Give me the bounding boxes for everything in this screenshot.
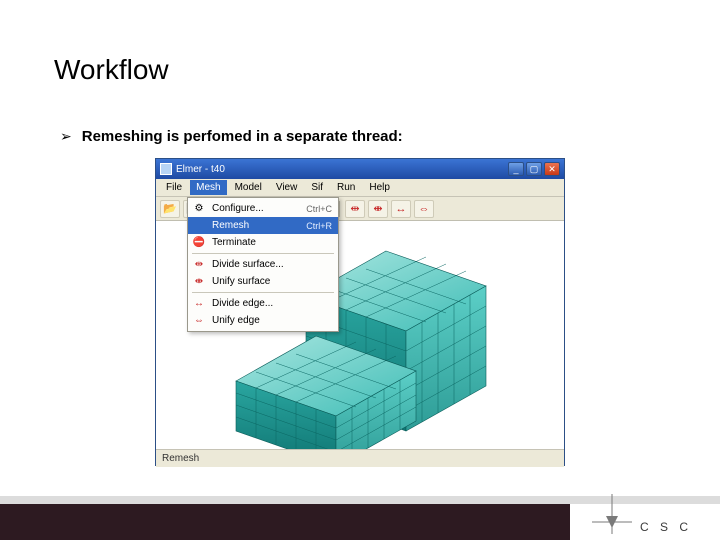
menu-remesh[interactable]: Remesh Ctrl+R — [188, 217, 338, 234]
menu-item-shortcut: Ctrl+R — [306, 221, 332, 231]
menu-run[interactable]: Run — [331, 180, 361, 195]
titlebar: Elmer - t40 _ ▢ ✕ — [156, 159, 564, 179]
slide-title: Workflow — [54, 54, 169, 86]
minimize-button[interactable]: _ — [508, 162, 524, 176]
toolbar-open-icon[interactable]: 📂 — [160, 200, 180, 218]
menu-item-label: Divide surface... — [212, 259, 332, 270]
menu-item-label: Unify edge — [212, 315, 332, 326]
menubar: File Mesh Model View Sif Run Help — [156, 179, 564, 197]
menu-configure[interactable]: ⚙ Configure... Ctrl+C — [188, 200, 338, 217]
menu-item-label: Divide edge... — [212, 298, 332, 309]
menu-model[interactable]: Model — [229, 180, 268, 195]
menu-item-label: Remesh — [212, 220, 300, 231]
elmer-window: Elmer - t40 _ ▢ ✕ File Mesh Model View S… — [155, 158, 565, 466]
divide-icon: ⇹ — [192, 259, 206, 270]
app-icon — [160, 163, 172, 175]
menu-item-label: Unify surface — [212, 276, 332, 287]
unify-icon: ⇔ — [192, 315, 206, 326]
menu-item-shortcut: Ctrl+C — [306, 204, 332, 214]
menu-separator — [192, 292, 334, 293]
footer-dark — [0, 504, 570, 540]
menu-divide-edge[interactable]: ↔ Divide edge... — [188, 295, 338, 312]
unify-icon: ⇼ — [192, 276, 206, 287]
menu-separator — [192, 253, 334, 254]
stop-icon: ⛔ — [192, 237, 206, 248]
menu-item-label: Configure... — [212, 203, 300, 214]
toolbar-unify2-icon[interactable]: ⇔ — [414, 200, 434, 218]
logo-mark-icon — [592, 494, 632, 534]
window-title: Elmer - t40 — [176, 164, 508, 175]
toolbar-divide-icon[interactable]: ⇹ — [345, 200, 365, 218]
mesh-dropdown: ⚙ Configure... Ctrl+C Remesh Ctrl+R ⛔ Te… — [187, 197, 339, 332]
menu-terminate[interactable]: ⛔ Terminate — [188, 234, 338, 251]
status-text: Remesh — [162, 453, 199, 464]
close-button[interactable]: ✕ — [544, 162, 560, 176]
bullet-arrow-icon: ➢ — [60, 128, 72, 145]
menu-unify-surface[interactable]: ⇼ Unify surface — [188, 273, 338, 290]
menu-divide-surface[interactable]: ⇹ Divide surface... — [188, 256, 338, 273]
toolbar-separator — [339, 201, 340, 217]
maximize-button[interactable]: ▢ — [526, 162, 542, 176]
menu-view[interactable]: View — [270, 180, 304, 195]
gear-icon: ⚙ — [192, 203, 206, 214]
csc-logo: C S C — [592, 494, 692, 534]
menu-mesh[interactable]: Mesh — [190, 180, 226, 195]
logo-text: C S C — [640, 520, 692, 534]
menu-unify-edge[interactable]: ⇔ Unify edge — [188, 312, 338, 329]
menu-sif[interactable]: Sif — [305, 180, 329, 195]
menu-file[interactable]: File — [160, 180, 188, 195]
bullet-row: ➢ Remeshing is perfomed in a separate th… — [60, 128, 403, 145]
bullet-text: Remeshing is perfomed in a separate thre… — [82, 128, 403, 145]
statusbar: Remesh — [156, 449, 564, 467]
toolbar-unify-icon[interactable]: ⇼ — [368, 200, 388, 218]
divide-icon: ↔ — [192, 298, 206, 309]
menu-item-label: Terminate — [212, 237, 326, 248]
menu-help[interactable]: Help — [363, 180, 396, 195]
toolbar-divide2-icon[interactable]: ↔ — [391, 200, 411, 218]
